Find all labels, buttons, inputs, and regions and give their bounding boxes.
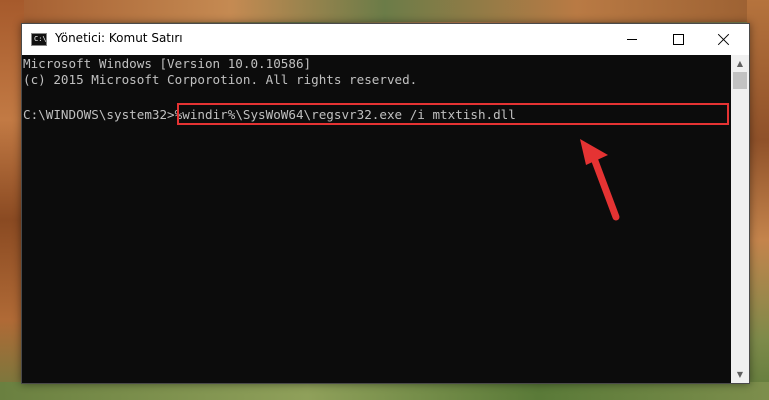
command-highlight-box bbox=[177, 103, 729, 125]
close-button[interactable] bbox=[701, 24, 747, 55]
cmd-icon[interactable]: C:\ bbox=[31, 33, 47, 46]
vertical-scrollbar[interactable]: ▲ ▼ bbox=[731, 55, 749, 383]
title-bar[interactable]: C:\ Yönetici: Komut Satırı bbox=[22, 24, 749, 55]
console-line-version: Microsoft Windows [Version 10.0.10586] bbox=[23, 56, 312, 71]
window-title: Yönetici: Komut Satırı bbox=[55, 31, 183, 45]
minimize-button[interactable] bbox=[609, 24, 655, 55]
desktop-background-right bbox=[747, 0, 769, 400]
scroll-up-icon[interactable]: ▲ bbox=[731, 55, 749, 72]
console-prompt: C:\WINDOWS\system32> bbox=[23, 107, 175, 122]
close-icon bbox=[718, 33, 730, 45]
red-arrow-icon bbox=[580, 139, 620, 221]
desktop-background-top bbox=[0, 0, 769, 22]
desktop-background-bottom bbox=[0, 382, 769, 400]
maximize-icon bbox=[673, 34, 684, 45]
scroll-thumb[interactable] bbox=[733, 72, 747, 89]
maximize-button[interactable] bbox=[655, 24, 701, 55]
scroll-down-icon[interactable]: ▼ bbox=[731, 366, 749, 383]
minimize-icon bbox=[627, 39, 637, 40]
console-line-copyright: (c) 2015 Microsoft Corporotion. All righ… bbox=[23, 72, 418, 87]
command-prompt-window: C:\ Yönetici: Komut Satırı Microsoft Win… bbox=[21, 23, 750, 384]
